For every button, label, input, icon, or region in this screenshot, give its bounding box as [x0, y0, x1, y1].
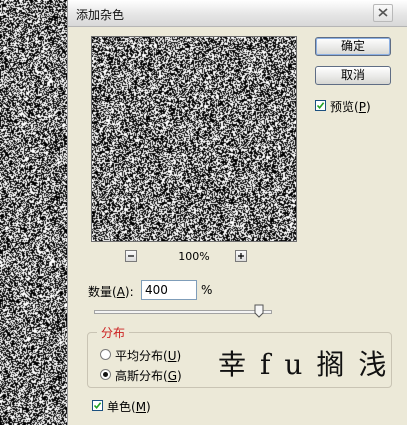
zoom-in-button[interactable] — [235, 250, 247, 262]
amount-input[interactable] — [141, 280, 197, 300]
dialog-title: 添加杂色 — [76, 8, 125, 22]
uniform-radio[interactable] — [100, 349, 111, 360]
monochromatic-label[interactable]: 单色(M) — [107, 398, 151, 415]
preview-image[interactable] — [91, 36, 297, 242]
gaussian-label[interactable]: 高斯分布(G) — [115, 367, 182, 384]
close-button[interactable] — [373, 4, 393, 22]
watermark-text: 幸fu搁浅 — [218, 348, 401, 381]
checkmark-icon — [316, 102, 325, 110]
uniform-label[interactable]: 平均分布(U) — [115, 347, 181, 364]
amount-slider-thumb[interactable] — [254, 304, 264, 318]
amount-unit: % — [201, 283, 213, 297]
checkmark-icon — [93, 402, 102, 410]
preview-checkbox[interactable] — [315, 100, 326, 111]
cancel-button[interactable]: 取消 — [315, 66, 391, 85]
close-icon — [378, 8, 388, 17]
distribution-title: 分布 — [97, 324, 130, 341]
amount-slider-track[interactable] — [94, 310, 272, 314]
zoom-level: 100% — [178, 250, 210, 263]
plus-icon — [238, 253, 244, 259]
monochromatic-checkbox[interactable] — [92, 400, 103, 411]
preview-label[interactable]: 预览(P) — [330, 98, 371, 115]
title-bar[interactable]: 添加杂色 — [68, 0, 407, 27]
amount-label: 数量(A): — [88, 285, 134, 299]
zoom-controls: 100% — [91, 250, 297, 266]
add-noise-dialog: 添加杂色 100% 确定 取消 预览(P) 数量(A): % — [67, 0, 407, 425]
ok-button[interactable]: 确定 — [315, 37, 391, 56]
gaussian-radio[interactable] — [100, 369, 111, 380]
